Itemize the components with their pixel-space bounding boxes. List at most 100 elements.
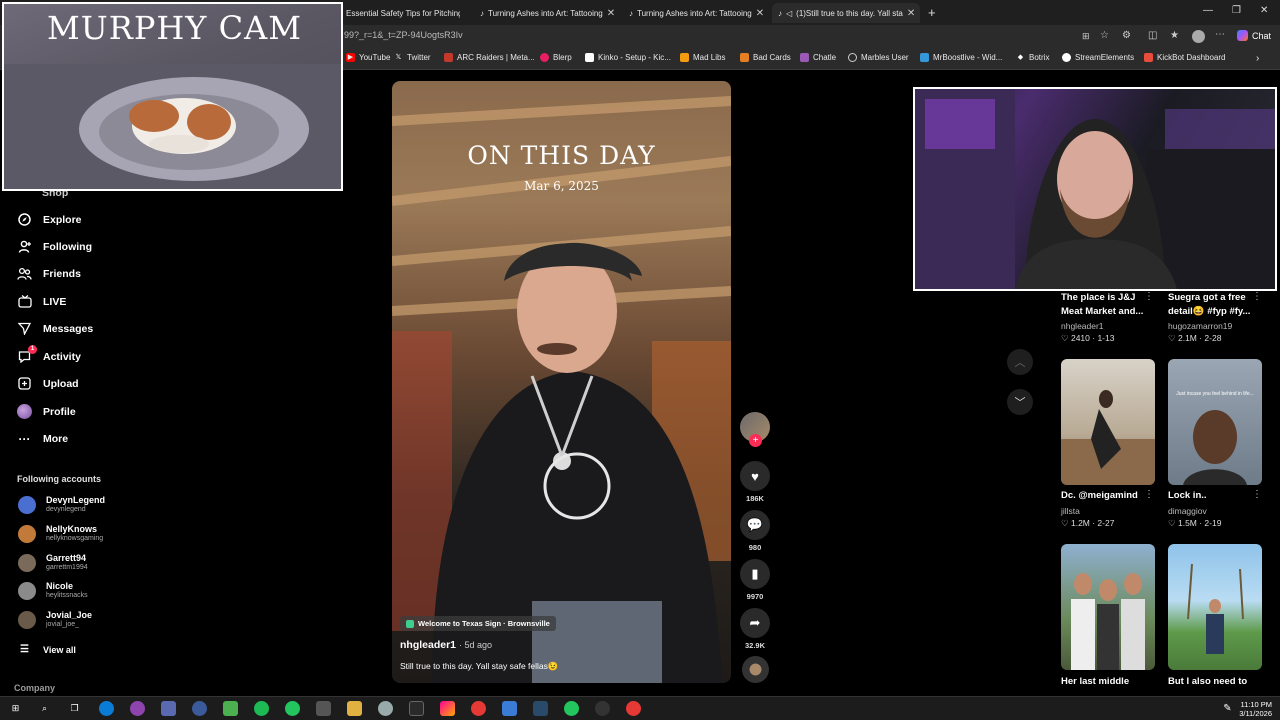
next-video-button[interactable]: ﹀ (1007, 389, 1033, 415)
app-icon[interactable] (502, 701, 517, 716)
bookmark-marbles[interactable]: Marbles User (848, 53, 909, 62)
grid-card-title[interactable]: But I also need to (1168, 675, 1256, 689)
card-more-icon[interactable]: ⋮ (1252, 291, 1262, 302)
browser-tab-3[interactable]: ♪ Turning Ashes into Art: Tattooing ✕ (623, 3, 768, 23)
pen-icon[interactable]: ✎ (1220, 701, 1235, 716)
profile-avatar[interactable] (1192, 30, 1205, 43)
close-tab-icon[interactable]: ✕ (907, 8, 915, 19)
bookmark-youtube[interactable]: ▶ YouTube (346, 53, 390, 62)
app-icon[interactable] (595, 701, 610, 716)
grid-thumbnail[interactable] (1168, 544, 1262, 670)
app-icon[interactable] (192, 701, 207, 716)
grid-card-user[interactable]: jillsta (1061, 506, 1080, 516)
app-icon[interactable] (440, 701, 455, 716)
view-all-link[interactable]: ☰ View all (17, 642, 76, 657)
bookmark-botrix[interactable]: ◆ Botrix (1016, 53, 1050, 62)
following-account[interactable]: Garrett94 garrettm1994 (18, 553, 88, 572)
split-screen-icon[interactable]: ◫ (1148, 30, 1157, 41)
app-icon[interactable] (533, 701, 548, 716)
grid-card-title[interactable]: Lock in.. (1168, 489, 1256, 503)
browser-tab-2[interactable]: ♪ Turning Ashes into Art: Tattooing ✕ (474, 3, 619, 23)
file-explorer-icon[interactable] (347, 701, 362, 716)
grid-card-title[interactable]: Her last middle (1061, 675, 1149, 689)
grid-card-user[interactable]: hugozamarron19 (1168, 321, 1232, 331)
bookmark-kickbot[interactable]: KickBot Dashboard (1144, 53, 1225, 62)
app-icon[interactable] (285, 701, 300, 716)
creator-avatar-button[interactable]: + (740, 412, 770, 447)
extensions-icon[interactable]: ⚙ (1122, 30, 1131, 41)
bookmark-mrboostlive[interactable]: MrBoostlive - Wid... (920, 53, 1002, 62)
search-icon[interactable]: ⌕ (37, 701, 52, 716)
app-icon[interactable] (130, 701, 145, 716)
card-more-icon[interactable]: ⋮ (1144, 291, 1154, 302)
follow-plus-icon[interactable]: + (749, 434, 762, 447)
grid-icon[interactable]: ⊞ (1082, 31, 1090, 42)
following-account[interactable]: Jovial_Joe jovial_joe_ (18, 610, 92, 629)
task-view-icon[interactable]: ❐ (67, 701, 82, 716)
following-account[interactable]: Nicole heylitssnacks (18, 581, 88, 600)
browser-tab-active[interactable]: ♪ ◁ (1)Still true to this day. Yall sta … (772, 3, 920, 23)
app-icon[interactable] (409, 701, 424, 716)
card-more-icon[interactable]: ⋮ (1252, 489, 1262, 500)
grid-card-user[interactable]: nhgleader1 (1061, 321, 1104, 331)
app-icon[interactable] (626, 701, 641, 716)
close-tab-icon[interactable]: ✕ (756, 8, 764, 19)
grid-thumbnail[interactable] (1061, 359, 1155, 485)
following-account[interactable]: DevynLegend devynlegend (18, 495, 105, 514)
bookmark-bad-cards[interactable]: Bad Cards (740, 53, 791, 62)
app-icon[interactable] (161, 701, 176, 716)
grid-card-title[interactable]: The place is J&J Meat Market and... (1061, 291, 1149, 319)
system-clock[interactable]: 11:10 PM 3/11/2026 (1239, 700, 1272, 718)
grid-card-user[interactable]: dimaggiov (1168, 506, 1207, 516)
star-icon[interactable]: ☆ (1100, 30, 1109, 41)
restore-icon[interactable]: ❐ (1232, 5, 1241, 16)
app-icon[interactable] (223, 701, 238, 716)
grid-thumbnail[interactable] (1061, 544, 1155, 670)
copilot-chat-button[interactable]: Chat (1237, 30, 1271, 41)
sidebar-item-friends[interactable]: Friends (17, 266, 81, 281)
speaker-icon[interactable]: ◁ (786, 9, 792, 18)
sidebar-item-explore[interactable]: Explore (17, 212, 82, 227)
edge-browser-icon[interactable] (99, 701, 114, 716)
sidebar-item-profile[interactable]: Profile (17, 404, 76, 419)
favorites-icon[interactable]: ★ (1170, 30, 1179, 41)
bookmark-blerp[interactable]: Blerp (540, 53, 572, 62)
menu-dots-icon[interactable]: ⋯ (1215, 29, 1225, 40)
close-tab-icon[interactable]: ✕ (607, 8, 615, 19)
app-icon[interactable] (316, 701, 331, 716)
app-icon[interactable] (378, 701, 393, 716)
previous-video-button[interactable]: ︿ (1007, 349, 1033, 375)
bookmark-mad-libs[interactable]: Mad Libs (680, 53, 725, 62)
grid-card-title[interactable]: Suegra got a free detail😆 #fyp #fy... (1168, 291, 1256, 319)
location-tag[interactable]: Welcome to Texas Sign · Brownsville (400, 616, 556, 631)
sidebar-item-activity[interactable]: 1 Activity (17, 345, 81, 364)
bookmark-chatle[interactable]: Chatle (800, 53, 836, 62)
sidebar-item-live[interactable]: LIVE (17, 294, 66, 309)
url-field[interactable]: 99?_r=1&_t=ZP-94UogtsR3Iv (344, 30, 463, 40)
bookmark-arc-raiders[interactable]: ARC Raiders | Meta... (444, 53, 535, 62)
video-player[interactable]: ON THIS DAY Mar 6, 2025 Welcome to Texas… (392, 81, 731, 683)
company-link[interactable]: Company (14, 683, 55, 693)
comment-button[interactable]: 💬 980 (740, 510, 770, 552)
bookmark-streamelements[interactable]: StreamElements (1062, 53, 1134, 62)
bookmark-kinko[interactable]: Kinko - Setup - Kic... (585, 53, 671, 62)
grid-card-title[interactable]: Dc. @meigamind (1061, 489, 1149, 503)
sidebar-item-more[interactable]: ··· More (17, 431, 69, 446)
following-account[interactable]: NellyKnows nellyknowsgaming (18, 524, 103, 543)
save-button[interactable]: ▮ 9970 (740, 559, 770, 601)
bookmarks-overflow-icon[interactable]: › (1256, 53, 1259, 64)
minimize-icon[interactable]: — (1203, 5, 1213, 16)
new-tab-icon[interactable]: + (928, 5, 936, 20)
spotify-icon[interactable] (254, 701, 269, 716)
share-button[interactable]: ➦ 32.9K (740, 608, 770, 650)
music-disc-button[interactable] (740, 656, 770, 683)
app-icon[interactable] (471, 701, 486, 716)
sidebar-item-following[interactable]: Following (17, 239, 92, 254)
bookmark-twitter[interactable]: 𝕏 Twitter (394, 53, 431, 62)
grid-thumbnail[interactable]: Just incase you feel behind in life... (1168, 359, 1262, 485)
video-author[interactable]: nhgleader1 · 5d ago (400, 639, 492, 651)
app-icon[interactable] (564, 701, 579, 716)
sidebar-item-messages[interactable]: Messages (17, 321, 93, 336)
close-window-icon[interactable]: ✕ (1260, 5, 1268, 16)
like-button[interactable]: ♥ 186K (740, 461, 770, 503)
